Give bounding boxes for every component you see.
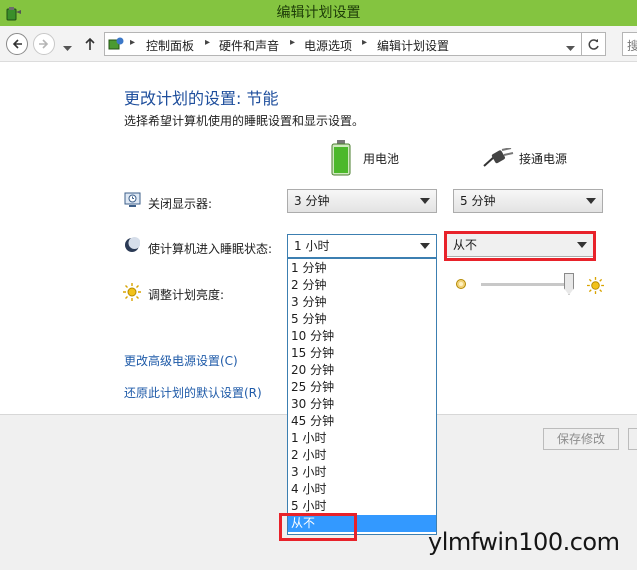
sleep-options-dropdown[interactable]: 1 分钟 2 分钟 3 分钟 5 分钟 10 分钟 15 分钟 20 分钟 25 分钟 30 分… [287, 258, 437, 535]
window-title: 编辑计划设置 [276, 5, 361, 21]
brightness-slider-thumb[interactable] [564, 273, 574, 295]
dropdown-option[interactable]: 1 小时 [288, 430, 436, 447]
display-icon [124, 192, 141, 211]
chevron-down-icon [420, 243, 430, 249]
sleep-battery-value: 1 小时 [294, 239, 330, 253]
dropdown-option[interactable]: 3 小时 [288, 464, 436, 481]
recent-pages-button[interactable] [63, 41, 72, 55]
arrow-left-icon [12, 39, 22, 49]
breadcrumb-control-panel[interactable]: 控制面板 [146, 37, 194, 54]
page-title: 更改计划的设置: 节能 [124, 89, 279, 108]
dropdown-option[interactable]: 2 分钟 [288, 277, 436, 294]
dropdown-option[interactable]: 1 分钟 [288, 260, 436, 277]
sleep-battery-select[interactable]: 1 小时 [287, 234, 437, 258]
brightness-slider-track[interactable] [481, 283, 574, 286]
dropdown-option[interactable]: 30 分钟 [288, 396, 436, 413]
breadcrumb-separator-icon: ▸ [130, 37, 136, 48]
back-button[interactable] [6, 33, 28, 55]
address-history-button[interactable] [566, 41, 575, 55]
arrow-up-icon [85, 37, 95, 50]
breadcrumb-separator-icon: ▸ [362, 37, 368, 48]
dropdown-option[interactable]: 4 小时 [288, 481, 436, 498]
column-header-plugged-in: 接通电源 [519, 152, 568, 166]
dim-sun-icon [455, 278, 467, 293]
dropdown-option[interactable]: 10 分钟 [288, 328, 436, 345]
dropdown-option[interactable]: 5 分钟 [288, 311, 436, 328]
cancel-button[interactable] [628, 428, 637, 450]
highlight-box [279, 513, 357, 541]
moon-icon [124, 237, 141, 256]
dropdown-option[interactable]: 25 分钟 [288, 379, 436, 396]
control-panel-icon [108, 36, 125, 55]
refresh-icon [588, 38, 599, 50]
save-button[interactable]: 保存修改 [543, 428, 619, 450]
dropdown-option[interactable]: 20 分钟 [288, 362, 436, 379]
page-subtitle: 选择希望计算机使用的睡眠设置和显示设置。 [124, 114, 365, 128]
dropdown-option[interactable]: 3 分钟 [288, 294, 436, 311]
breadcrumb-power-options[interactable]: 电源选项 [304, 37, 352, 54]
breadcrumb-hardware-sound[interactable]: 硬件和声音 [219, 37, 279, 54]
refresh-button[interactable] [582, 32, 606, 56]
sleep-label: 使计算机进入睡眠状态: [148, 242, 273, 256]
watermark: ylmfwin100.com [428, 528, 620, 556]
advanced-settings-link[interactable]: 更改高级电源设置(C) [124, 352, 238, 369]
sun-icon [123, 283, 141, 304]
up-button[interactable] [84, 37, 96, 54]
bright-sun-icon [587, 277, 604, 297]
arrow-right-icon [39, 39, 49, 49]
brightness-label: 调整计划亮度: [148, 288, 225, 302]
battery-icon [330, 140, 352, 179]
display-off-label: 关闭显示器: [148, 197, 213, 211]
breadcrumb-separator-icon: ▸ [290, 37, 296, 48]
breadcrumb-edit-plan[interactable]: 编辑计划设置 [377, 37, 449, 54]
chevron-down-icon [586, 198, 596, 204]
breadcrumb-separator-icon: ▸ [205, 37, 211, 48]
highlight-box [444, 231, 596, 261]
display-ac-value: 5 分钟 [460, 194, 496, 208]
plug-icon [482, 147, 514, 171]
display-battery-value: 3 分钟 [294, 194, 330, 208]
chevron-down-icon [63, 46, 72, 51]
column-header-battery: 用电池 [363, 152, 400, 166]
chevron-down-icon [420, 198, 430, 204]
display-battery-select[interactable]: 3 分钟 [287, 189, 437, 213]
search-input[interactable]: 搜 [622, 32, 637, 56]
dropdown-option[interactable]: 45 分钟 [288, 413, 436, 430]
dropdown-option[interactable]: 15 分钟 [288, 345, 436, 362]
display-ac-select[interactable]: 5 分钟 [453, 189, 603, 213]
chevron-down-icon [566, 46, 575, 51]
dropdown-option[interactable]: 2 小时 [288, 447, 436, 464]
forward-button[interactable] [33, 33, 55, 55]
restore-defaults-link[interactable]: 还原此计划的默认设置(R) [124, 384, 262, 401]
